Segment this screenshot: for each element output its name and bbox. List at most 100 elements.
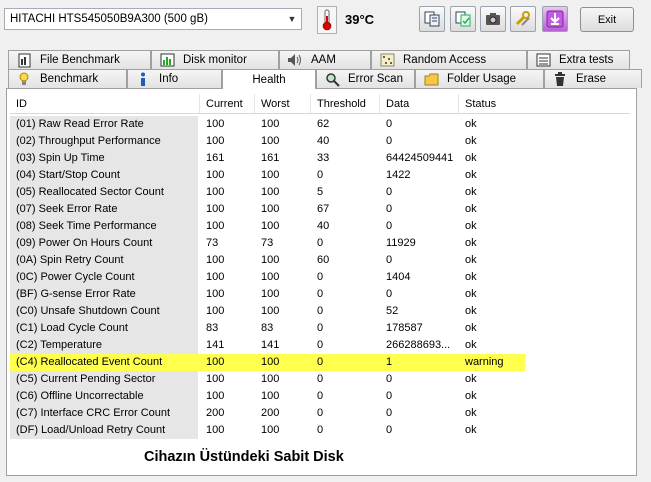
speaker-icon <box>287 53 303 68</box>
cell-threshold: 33 <box>317 152 330 164</box>
thermometer-icon <box>317 6 337 34</box>
table-row[interactable]: (07) Seek Error Rate 100 100 67 0 ok <box>10 201 630 218</box>
table-row[interactable]: (02) Throughput Performance 100 100 40 0 ok <box>10 133 630 150</box>
cell-status: warning <box>465 356 504 368</box>
table-row[interactable]: (0A) Spin Retry Count 100 100 60 0 ok <box>10 252 630 269</box>
tab-health[interactable]: Health <box>222 69 316 89</box>
column-header-worst[interactable]: Worst <box>255 94 311 113</box>
cell-current: 100 <box>206 390 225 402</box>
tab-label: Benchmark <box>40 73 99 85</box>
cell-threshold: 0 <box>317 390 324 402</box>
column-header-threshold[interactable]: Threshold <box>311 94 380 113</box>
table-row[interactable]: (03) Spin Up Time 161 161 33 64424509441 ok <box>10 150 630 167</box>
table-row[interactable]: (C4) Reallocated Event Count 100 100 0 1 warn… <box>10 354 630 371</box>
cell-data: 64424509441 <box>386 152 454 164</box>
tab-error-scan[interactable]: Error Scan <box>316 69 415 88</box>
tools-icon[interactable] <box>510 6 536 32</box>
camera-icon[interactable] <box>480 6 506 32</box>
cell-threshold: 0 <box>317 271 324 283</box>
folder-icon <box>423 72 439 87</box>
tab-label: Extra tests <box>559 54 614 66</box>
column-header-data[interactable]: Data <box>380 94 459 113</box>
table-row[interactable]: (05) Reallocated Sector Count 100 100 5 0 ok <box>10 184 630 201</box>
cell-id: (05) Reallocated Sector Count <box>16 186 164 198</box>
tab-aam[interactable]: AAM <box>279 50 371 69</box>
cell-data: 0 <box>386 390 393 402</box>
table-row[interactable]: (C0) Unsafe Shutdown Count 100 100 0 52 ok <box>10 303 630 320</box>
cell-id: (08) Seek Time Performance <box>16 220 157 232</box>
download-icon[interactable] <box>542 6 568 32</box>
cell-status: ok <box>465 203 477 215</box>
tab-row-bottom: Benchmark Info Health Error Scan Folder … <box>8 69 642 89</box>
temperature-value: 39°C <box>345 12 375 27</box>
table-row[interactable]: (C1) Load Cycle Count 83 83 0 178587 ok <box>10 320 630 337</box>
cell-current: 100 <box>206 220 225 232</box>
cell-threshold: 40 <box>317 135 330 147</box>
cell-data: 1 <box>386 356 393 368</box>
chevron-down-icon[interactable]: ▼ <box>283 9 301 29</box>
save-icon[interactable] <box>450 6 476 32</box>
tab-erase[interactable]: Erase <box>544 69 642 88</box>
cell-status: ok <box>465 424 477 436</box>
table-row[interactable]: (0C) Power Cycle Count 100 100 0 1404 ok <box>10 269 630 286</box>
cell-worst: 73 <box>261 237 274 249</box>
cell-current: 200 <box>206 407 225 419</box>
tab-folder-usage[interactable]: Folder Usage <box>415 69 544 88</box>
table-row[interactable]: (DF) Load/Unload Retry Count 100 100 0 0 ok <box>10 422 630 439</box>
cell-current: 100 <box>206 118 225 130</box>
table-row[interactable]: (01) Raw Read Error Rate 100 100 62 0 ok <box>10 116 630 133</box>
tab-extra-tests[interactable]: Extra tests <box>527 50 630 69</box>
tab-disk-monitor[interactable]: Disk monitor <box>151 50 279 69</box>
table-row[interactable]: (C6) Offline Uncorrectable 100 100 0 0 ok <box>10 388 630 405</box>
cell-data: 0 <box>386 118 393 130</box>
table-row[interactable]: (04) Start/Stop Count 100 100 0 1422 ok <box>10 167 630 184</box>
table-row[interactable]: (C5) Current Pending Sector 100 100 0 0 ok <box>10 371 630 388</box>
cell-worst: 83 <box>261 322 274 334</box>
tab-file-benchmark[interactable]: File Benchmark <box>8 50 151 69</box>
cell-current: 100 <box>206 203 225 215</box>
cell-worst: 141 <box>261 339 280 351</box>
cell-data: 0 <box>386 220 393 232</box>
tab-label: File Benchmark <box>40 54 120 66</box>
copy-icon[interactable] <box>419 6 445 32</box>
cell-threshold: 0 <box>317 305 324 317</box>
table-row[interactable]: (C2) Temperature 141 141 0 266288693... ok <box>10 337 630 354</box>
exit-button[interactable]: Exit <box>580 7 634 32</box>
tab-label: Disk monitor <box>183 54 247 66</box>
cell-data: 0 <box>386 135 393 147</box>
cell-worst: 200 <box>261 407 280 419</box>
table-row[interactable]: (C7) Interface CRC Error Count 200 200 0 0 ok <box>10 405 630 422</box>
cell-status: ok <box>465 237 477 249</box>
column-header-id[interactable]: ID <box>10 94 200 113</box>
cell-status: ok <box>465 322 477 334</box>
cell-threshold: 0 <box>317 373 324 385</box>
cell-id: (C6) Offline Uncorrectable <box>16 390 144 402</box>
cell-id: (C2) Temperature <box>16 339 102 351</box>
column-header-current[interactable]: Current <box>200 94 255 113</box>
drive-select-value: HITACHI HTS545050B9A300 (500 gB) <box>10 13 208 25</box>
tab-label: AAM <box>311 54 336 66</box>
cell-data: 0 <box>386 203 393 215</box>
smart-table[interactable]: ID Current Worst Threshold Data Status (… <box>10 94 632 480</box>
column-header-status[interactable]: Status <box>459 94 630 113</box>
cell-worst: 100 <box>261 356 280 368</box>
cell-status: ok <box>465 288 477 300</box>
table-row[interactable]: (08) Seek Time Performance 100 100 40 0 ok <box>10 218 630 235</box>
tab-label: Erase <box>576 73 607 85</box>
table-row[interactable]: (BF) G-sense Error Rate 100 100 0 0 ok <box>10 286 630 303</box>
cell-worst: 100 <box>261 203 280 215</box>
tab-info[interactable]: Info <box>127 69 222 88</box>
tab-benchmark[interactable]: Benchmark <box>8 69 127 88</box>
disk-monitor-icon <box>159 53 175 68</box>
cell-threshold: 0 <box>317 169 324 181</box>
info-icon <box>135 72 151 87</box>
drive-select[interactable]: HITACHI HTS545050B9A300 (500 gB) ▼ <box>4 8 302 30</box>
cell-threshold: 60 <box>317 254 330 266</box>
header-divider <box>10 113 630 114</box>
error-scan-icon <box>324 72 340 87</box>
tab-random-access[interactable]: Random Access <box>371 50 527 69</box>
cell-data: 1404 <box>386 271 411 283</box>
cell-current: 100 <box>206 186 225 198</box>
table-row[interactable]: (09) Power On Hours Count 73 73 0 11929 ok <box>10 235 630 252</box>
cell-worst: 100 <box>261 271 280 283</box>
